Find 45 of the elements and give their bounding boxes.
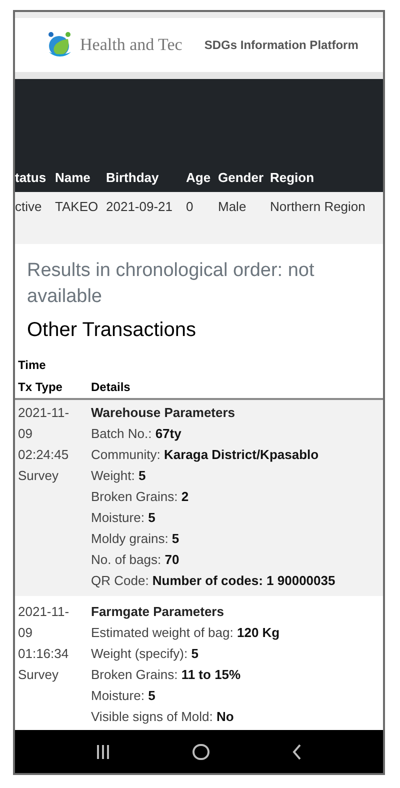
table-cell: 2021-09-21 [106,199,172,214]
column-header: Birthday [106,170,159,185]
time-text: 2021-11- [18,603,70,621]
column-header: tatus [15,170,46,185]
type-text: Survey [18,666,60,684]
column-header: Region [270,170,314,185]
time-text: 09 [18,624,34,642]
detail-field: No. of bags: 70 [91,549,383,570]
detail-field: QR Code: Number of codes: 1 90000035 [91,570,383,591]
time-text: 09 [18,425,34,443]
platform-title: SDGs Information Platform [204,37,358,54]
table-cell: 0 [186,199,194,214]
detail-field: Community: Karaga District/Kpasablo [91,444,383,465]
detail-field: Visible signs of Mold: No [91,706,383,727]
time-text: 02:24:45 [18,446,70,464]
detail-field: Moisture: 5 [91,507,383,528]
column-header: Tx Type [18,379,64,396]
detail-field: Broken Grains: 2 [91,486,383,507]
time-text: 01:16:34 [18,645,70,663]
detail-title: Warehouse Parameters [91,404,236,422]
recents-icon[interactable] [96,744,110,760]
results-notice: Results in chronological order: not available [26,259,316,309]
detail-field: Batch No.: 67ty [91,423,383,444]
column-header: Age [186,170,211,185]
section-title: Other Transactions [26,318,197,343]
table-cell: Male [218,199,246,214]
detail-field: Moisture: 5 [91,685,383,706]
table-cell: TAKEO [55,199,98,214]
type-text: Survey [18,467,60,485]
home-icon[interactable] [192,744,210,760]
table-cell: Northern Region [270,199,366,214]
column-header: Name [55,170,90,185]
back-icon[interactable] [292,744,302,760]
column-header: Details [91,379,132,396]
detail-field: Weight: 5 [91,465,383,486]
detail-field: Weight (specify): 5 [91,643,383,664]
detail-title: Farmgate Parameters [91,603,225,621]
logo-text: Health and Tec [80,34,182,56]
table-cell: ctive [15,199,42,214]
column-header: Time [18,357,47,374]
detail-field: Estimated weight of bag: 120 Kg [91,622,383,643]
time-text: 2021-11- [18,404,70,422]
detail-field: Moldy grains: 5 [91,528,383,549]
column-header: Gender [218,170,264,185]
detail-field: Broken Grains: 11 to 15% [91,664,383,685]
